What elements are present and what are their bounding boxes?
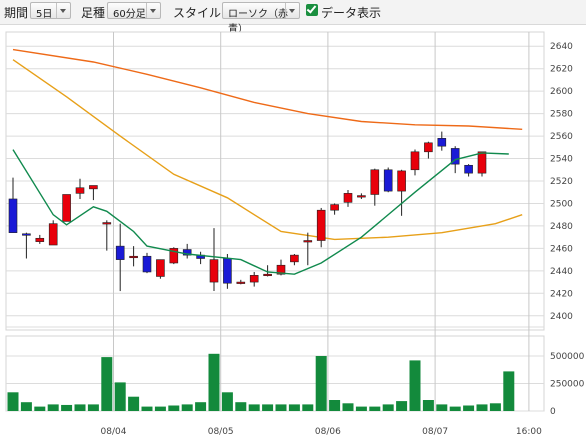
volume-bar (463, 405, 475, 411)
candle-body (383, 169, 393, 192)
volume-bar (221, 392, 233, 411)
y-tick-label: 2400 (550, 312, 573, 322)
candle-body (477, 151, 487, 174)
candle-body (437, 138, 447, 147)
volume-bar (101, 357, 113, 411)
candle-body (236, 281, 246, 284)
candle-body (263, 273, 272, 277)
candle-body (209, 259, 219, 283)
volume-panel (5, 335, 545, 412)
volume-bar (422, 400, 434, 411)
volume-bar (262, 404, 274, 411)
candle-body (397, 170, 406, 192)
y-tick-label: 2440 (550, 267, 573, 277)
y-tick-label: 2580 (550, 110, 573, 120)
volume-bar (154, 406, 166, 411)
candle-body (35, 237, 45, 242)
candle-body (330, 204, 339, 211)
candle-body (62, 194, 71, 222)
candle-body (424, 142, 433, 153)
volume-bar (315, 356, 327, 411)
volume-bar (128, 396, 140, 411)
candle-body (115, 245, 125, 260)
volume-bar (7, 392, 19, 411)
volume-bar (181, 404, 193, 411)
x-tick-label: 08/06 (315, 427, 341, 437)
volume-bar (489, 403, 501, 411)
volume-bar (114, 382, 126, 411)
y-tick-label: 2520 (550, 177, 573, 187)
stock-chart: 2640 2620 2600 2580 2560 2540 2520 2500 2480 2460… (5, 31, 585, 437)
volume-bar (409, 360, 421, 411)
y-tick-label: 2420 (550, 289, 573, 299)
volume-bar (74, 404, 86, 411)
candle-body (343, 193, 353, 203)
y-tick-label: 2640 (550, 42, 573, 52)
volume-bar (329, 400, 341, 411)
volume-bar (208, 353, 220, 411)
volume-bar (355, 406, 367, 411)
y-tick-label: 2460 (550, 244, 573, 254)
candle-body (370, 169, 380, 195)
volume-bar (34, 406, 46, 411)
y-tick-label: 2620 (550, 65, 573, 75)
candle-body (8, 198, 18, 233)
volume-bar (47, 404, 59, 411)
y-tick-label: 2600 (550, 87, 573, 97)
volume-bar (396, 401, 408, 411)
volume-bar (141, 406, 153, 411)
y-tick-label: 2480 (550, 222, 573, 232)
candle-body (75, 187, 85, 194)
candle-body (249, 275, 259, 283)
candle-body (223, 258, 232, 284)
volume-bar (476, 404, 488, 411)
candle-body (102, 222, 112, 225)
volume-bar (449, 406, 461, 411)
volume-bar (87, 404, 99, 411)
candle-body (22, 233, 31, 236)
candle-body (464, 164, 473, 174)
candle-body (290, 254, 299, 263)
volume-bar (275, 404, 287, 411)
volume-tick-label: 500000 (550, 352, 585, 362)
candle-body (129, 255, 138, 259)
candle-body (357, 195, 366, 198)
volume-bar (503, 371, 515, 411)
volume-bar (436, 404, 448, 411)
x-tick-label: 08/04 (101, 427, 127, 437)
x-tick-label: 08/05 (208, 427, 234, 437)
x-tick-label: 08/07 (422, 427, 448, 437)
volume-tick-label: 250000 (550, 380, 585, 390)
candle-body (316, 209, 326, 241)
volume-bar (248, 404, 260, 411)
volume-bar (382, 404, 394, 411)
volume-bar (302, 404, 314, 411)
candle-body (156, 259, 165, 277)
y-tick-label: 2560 (550, 132, 573, 142)
y-tick-label: 2500 (550, 199, 573, 209)
candle-body (303, 240, 313, 243)
volume-bar (369, 406, 381, 411)
candle-body (89, 185, 98, 190)
volume-bar (20, 402, 32, 411)
x-tick-label: 16:00 (516, 427, 542, 437)
volume-bar (342, 403, 354, 411)
volume-tick-label: 0 (550, 407, 556, 417)
volume-bar (235, 402, 247, 411)
volume-bar (168, 405, 180, 411)
y-tick-label: 2540 (550, 155, 573, 165)
volume-bar (288, 404, 300, 411)
volume-bar (195, 402, 207, 411)
candle-body (48, 223, 58, 246)
volume-bar (61, 404, 73, 411)
candle-body (142, 255, 152, 273)
candle-body (410, 151, 420, 171)
